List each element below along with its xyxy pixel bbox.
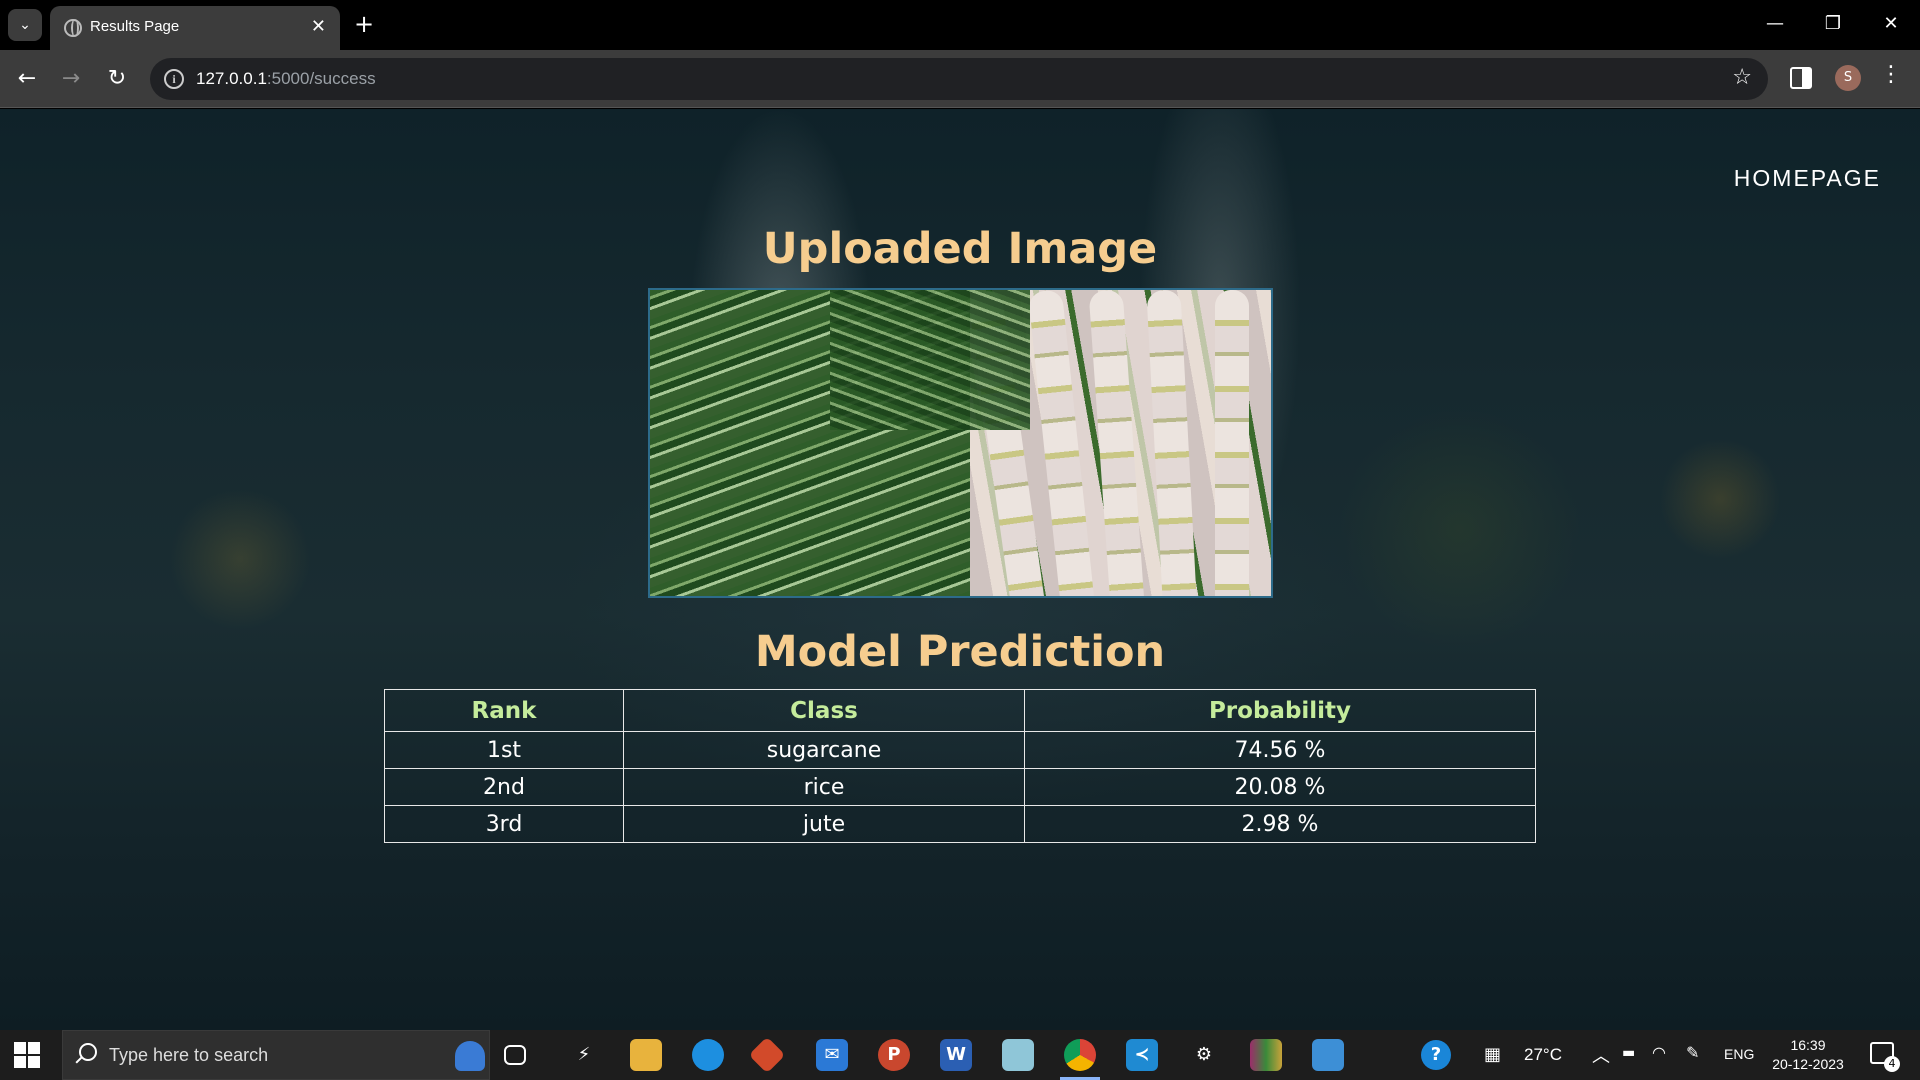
cane-stalk bbox=[1027, 290, 1097, 596]
column-header-class: Class bbox=[623, 689, 1025, 732]
new-tab-button[interactable]: + bbox=[354, 10, 374, 38]
tab-search-button[interactable]: ⌄ bbox=[8, 9, 42, 41]
powerpoint-icon[interactable]: P bbox=[878, 1039, 910, 1071]
help-icon[interactable]: ? bbox=[1421, 1040, 1451, 1070]
address-bar[interactable]: i 127.0.0.1:5000/success ☆ bbox=[150, 58, 1768, 100]
cane-leaves bbox=[830, 290, 1030, 430]
browser-tab[interactable]: Results Page ✕ bbox=[50, 6, 340, 50]
windows-taskbar: Type here to search ⚡ ✉ P W ≺ ⚙ ? ▦ 27°C… bbox=[0, 1030, 1920, 1080]
close-window-button[interactable]: ✕ bbox=[1862, 0, 1920, 50]
chrome-icon[interactable] bbox=[1064, 1039, 1096, 1071]
notification-count-badge: 4 bbox=[1884, 1056, 1900, 1072]
url-path: :5000/success bbox=[266, 69, 376, 88]
battery-icon[interactable]: ▬ bbox=[1622, 1045, 1635, 1061]
globe-icon bbox=[64, 19, 82, 37]
reload-button[interactable]: ↻ bbox=[102, 64, 132, 94]
git-icon[interactable]: ⚡ bbox=[568, 1039, 600, 1071]
table-row: 3rd jute 2.98 % bbox=[384, 805, 1536, 843]
git-gui-icon[interactable] bbox=[748, 1036, 786, 1074]
edge-icon[interactable] bbox=[692, 1039, 724, 1071]
cane-stalk bbox=[1088, 290, 1146, 596]
uploaded-sugarcane-image bbox=[648, 288, 1273, 598]
notification-center-icon[interactable]: 4 bbox=[1870, 1042, 1900, 1072]
settings-icon[interactable]: ⚙ bbox=[1188, 1039, 1220, 1071]
probability-cell: 20.08 % bbox=[1024, 768, 1536, 806]
rank-cell: 1st bbox=[384, 731, 624, 769]
search-placeholder: Type here to search bbox=[109, 1045, 269, 1065]
model-prediction-heading: Model Prediction bbox=[754, 627, 1166, 677]
url-host: 127.0.0.1 bbox=[196, 69, 267, 88]
cane-stalk bbox=[1215, 290, 1249, 596]
minimize-button[interactable]: — bbox=[1746, 0, 1804, 50]
restore-button[interactable]: ❐ bbox=[1804, 0, 1862, 50]
word-icon[interactable]: W bbox=[940, 1039, 972, 1071]
browser-toolbar: ← → ↻ i 127.0.0.1:5000/success ☆ S ⋮ bbox=[0, 50, 1920, 108]
results-page: HOMEPAGE Uploaded Image Model Prediction… bbox=[0, 109, 1920, 1030]
language-indicator[interactable]: ENG bbox=[1724, 1046, 1754, 1062]
browser-menu-icon[interactable]: ⋮ bbox=[1880, 62, 1902, 87]
browser-tab-bar: ⌄ Results Page ✕ + — ❐ ✕ bbox=[0, 0, 1920, 50]
taskbar-clock[interactable]: 16:39 20-12-2023 bbox=[1768, 1036, 1848, 1074]
photos-icon[interactable] bbox=[1312, 1039, 1344, 1071]
search-highlight-icon bbox=[455, 1041, 485, 1071]
probability-cell: 74.56 % bbox=[1024, 731, 1536, 769]
forward-button[interactable]: → bbox=[56, 64, 86, 94]
column-header-rank: Rank bbox=[384, 689, 624, 732]
back-button[interactable]: ← bbox=[12, 64, 42, 94]
bookmark-star-icon[interactable]: ☆ bbox=[1732, 65, 1752, 90]
window-controls: — ❐ ✕ bbox=[1746, 0, 1920, 50]
rank-cell: 3rd bbox=[384, 805, 624, 843]
class-cell: rice bbox=[623, 768, 1025, 806]
profile-avatar[interactable]: S bbox=[1835, 65, 1861, 91]
search-icon bbox=[79, 1043, 97, 1061]
clock-date: 20-12-2023 bbox=[1772, 1056, 1844, 1072]
cane-stalk bbox=[1146, 290, 1198, 596]
tray-overflow-chevron-icon[interactable]: ︿ bbox=[1592, 1042, 1610, 1068]
table-row: 1st sugarcane 74.56 % bbox=[384, 731, 1536, 769]
winrar-icon[interactable] bbox=[1250, 1039, 1282, 1071]
file-explorer-icon[interactable] bbox=[630, 1039, 662, 1071]
column-header-probability: Probability bbox=[1024, 689, 1536, 732]
vscode-icon[interactable]: ≺ bbox=[1126, 1039, 1158, 1071]
class-cell: jute bbox=[623, 805, 1025, 843]
close-tab-icon[interactable]: ✕ bbox=[311, 16, 326, 37]
weather-temperature[interactable]: 27°C bbox=[1524, 1045, 1562, 1065]
taskbar-search-box[interactable]: Type here to search bbox=[62, 1030, 490, 1080]
wifi-icon[interactable]: ◠ bbox=[1652, 1043, 1666, 1062]
rank-cell: 2nd bbox=[384, 768, 624, 806]
class-cell: sugarcane bbox=[623, 731, 1025, 769]
pen-icon[interactable]: ✎ bbox=[1686, 1043, 1699, 1062]
site-info-icon[interactable]: i bbox=[164, 69, 184, 89]
mail-icon[interactable]: ✉ bbox=[816, 1039, 848, 1071]
task-view-icon[interactable] bbox=[504, 1045, 526, 1065]
table-header-row: Rank Class Probability bbox=[384, 689, 1536, 732]
prediction-table: Rank Class Probability 1st sugarcane 74.… bbox=[384, 689, 1536, 843]
homepage-link[interactable]: HOMEPAGE bbox=[1734, 165, 1881, 192]
notepad-icon[interactable] bbox=[1002, 1039, 1034, 1071]
side-panel-icon[interactable] bbox=[1790, 67, 1812, 89]
tab-title: Results Page bbox=[90, 18, 180, 35]
weather-icon[interactable]: ▦ bbox=[1484, 1044, 1501, 1065]
table-row: 2nd rice 20.08 % bbox=[384, 768, 1536, 806]
probability-cell: 2.98 % bbox=[1024, 805, 1536, 843]
windows-start-button[interactable] bbox=[14, 1042, 40, 1068]
clock-time: 16:39 bbox=[1790, 1037, 1826, 1053]
url-text[interactable]: 127.0.0.1:5000/success bbox=[196, 69, 376, 89]
uploaded-image-heading: Uploaded Image bbox=[762, 224, 1158, 274]
